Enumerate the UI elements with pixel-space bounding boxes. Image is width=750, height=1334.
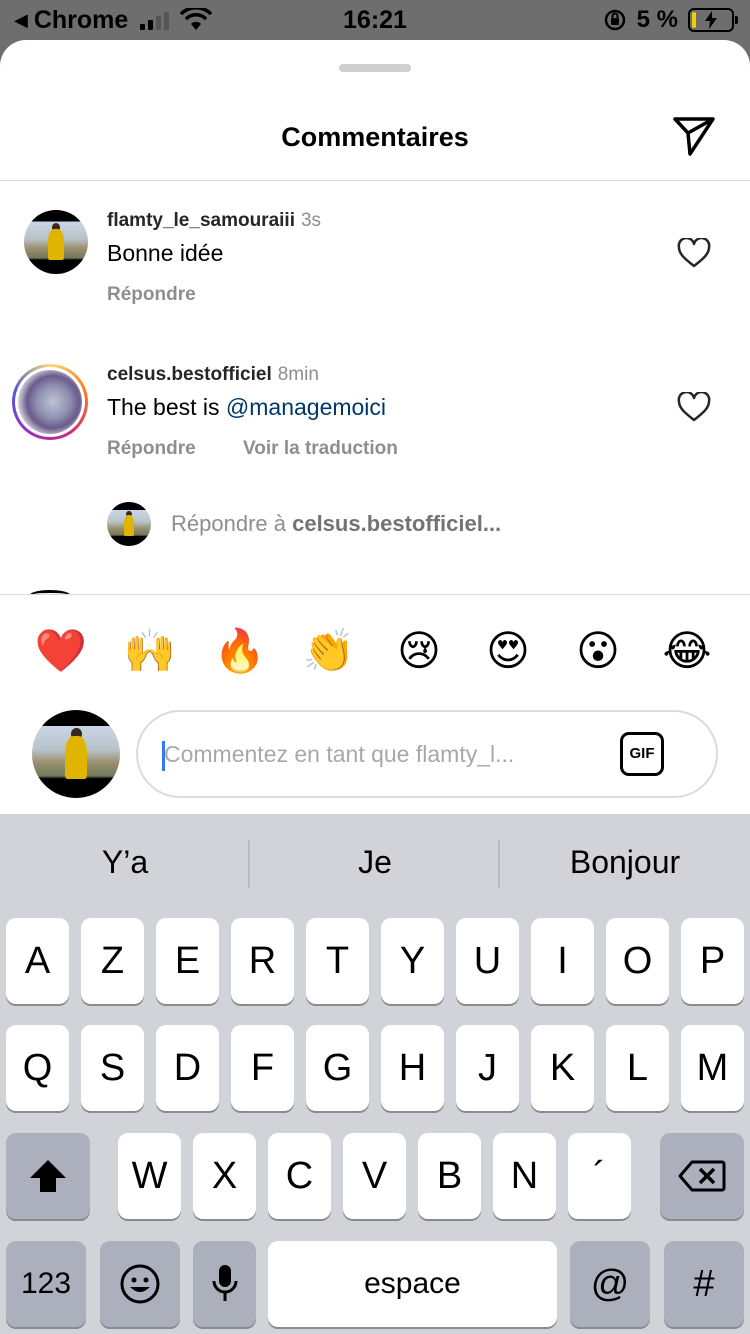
emoji-keyboard-key[interactable]	[100, 1241, 180, 1327]
dictation-key[interactable]	[193, 1241, 256, 1327]
comment-item: celsus.bestofficiel 8min The best is @man…	[0, 364, 750, 494]
key-x[interactable]: X	[193, 1133, 256, 1219]
comment-item: flamty_le_samouraiii 3s Bonne idée Répond…	[0, 210, 750, 340]
emoji-heart-eyes[interactable]: 😍	[478, 626, 538, 676]
emoji-quick-bar: ❤️ 🙌 🔥 👏 😢 😍 😮 😂	[0, 626, 750, 676]
avatar	[107, 502, 151, 546]
reply-to-comment-row[interactable]: Répondre à celsus.bestofficiel...	[107, 502, 501, 546]
comment-time: 8min	[277, 364, 319, 385]
key-q[interactable]: Q	[6, 1025, 69, 1111]
reply-button[interactable]: Répondre	[107, 284, 196, 306]
suggestion-1[interactable]: Y’a	[0, 844, 250, 881]
shift-arrow-icon	[30, 1160, 66, 1192]
next-comment-peek	[30, 590, 70, 600]
emoji-face-icon	[120, 1264, 160, 1304]
gif-button[interactable]: GIF	[620, 732, 664, 776]
status-bar: ◀ Chrome 16:21 5 %	[0, 0, 750, 40]
mention-link[interactable]: @managemoici	[226, 394, 386, 420]
emoji-raised-hands[interactable]: 🙌	[120, 626, 180, 676]
comment-input-box[interactable]: GIF	[136, 710, 718, 798]
emoji-laughing[interactable]: 😂	[657, 626, 717, 676]
emoji-surprised[interactable]: 😮	[568, 626, 628, 676]
header-divider	[0, 180, 750, 181]
translate-button[interactable]: Voir la traduction	[243, 438, 398, 460]
key-z[interactable]: Z	[81, 918, 144, 1004]
key-f[interactable]: F	[231, 1025, 294, 1111]
comment-username[interactable]: flamty_le_samouraiii 3s	[107, 210, 321, 232]
at-key[interactable]: @	[570, 1241, 650, 1327]
comment-text: Bonne idée	[107, 240, 224, 266]
reply-button[interactable]: Répondre	[107, 438, 196, 460]
key-u[interactable]: U	[456, 918, 519, 1004]
key-t[interactable]: T	[306, 918, 369, 1004]
shift-key[interactable]	[6, 1133, 90, 1219]
emoji-clap[interactable]: 👏	[299, 626, 359, 676]
key-b[interactable]: B	[418, 1133, 481, 1219]
key-h[interactable]: H	[381, 1025, 444, 1111]
comment-username[interactable]: celsus.bestofficiel 8min	[107, 364, 319, 386]
key-o[interactable]: O	[606, 918, 669, 1004]
key-s[interactable]: S	[81, 1025, 144, 1111]
key-g[interactable]: G	[306, 1025, 369, 1111]
reply-to-label: Répondre à celsus.bestofficiel...	[171, 511, 502, 536]
hash-key[interactable]: #	[664, 1241, 744, 1327]
key-v[interactable]: V	[343, 1133, 406, 1219]
text-caret	[162, 741, 165, 771]
key-w[interactable]: W	[118, 1133, 181, 1219]
keyboard: Y’a Je Bonjour A Z E R T Y U I O P Q S D…	[0, 814, 750, 1334]
key-p[interactable]: P	[681, 918, 744, 1004]
space-key[interactable]: espace	[268, 1241, 557, 1327]
key-n[interactable]: N	[493, 1133, 556, 1219]
key-i[interactable]: I	[531, 918, 594, 1004]
emoji-fire[interactable]: 🔥	[210, 626, 270, 676]
comment-time: 3s	[300, 210, 322, 231]
key-e[interactable]: E	[156, 918, 219, 1004]
key-accent[interactable]: ´	[568, 1133, 631, 1219]
comments-sheet: Commentaires flamty_le_samouraiii 3s Bonn…	[0, 40, 750, 814]
battery-icon	[688, 8, 738, 32]
share-send-icon[interactable]	[670, 112, 718, 160]
battery-percent: 5 %	[636, 6, 678, 33]
comment-input[interactable]	[164, 734, 584, 774]
key-j[interactable]: J	[456, 1025, 519, 1111]
page-title: Commentaires	[281, 122, 469, 152]
key-m[interactable]: M	[681, 1025, 744, 1111]
numbers-key[interactable]: 123	[6, 1241, 86, 1327]
microphone-icon	[212, 1265, 237, 1301]
my-avatar	[32, 710, 120, 798]
composer-divider	[0, 594, 750, 595]
like-heart-icon[interactable]	[677, 392, 711, 422]
sheet-grabber[interactable]	[339, 64, 411, 72]
key-a[interactable]: A	[6, 918, 69, 1004]
avatar[interactable]	[24, 210, 88, 274]
key-k[interactable]: K	[531, 1025, 594, 1111]
key-d[interactable]: D	[156, 1025, 219, 1111]
predictive-bar: Y’a Je Bonjour	[0, 814, 750, 914]
suggestion-3[interactable]: Bonjour	[500, 844, 750, 881]
key-l[interactable]: L	[606, 1025, 669, 1111]
orientation-lock-icon	[604, 9, 625, 31]
comment-text: The best is @managemoici	[107, 394, 387, 420]
emoji-crying[interactable]: 😢	[389, 626, 449, 676]
key-r[interactable]: R	[231, 918, 294, 1004]
suggestion-2[interactable]: Je	[250, 844, 500, 881]
backspace-icon	[678, 1160, 726, 1192]
like-heart-icon[interactable]	[677, 238, 711, 268]
key-c[interactable]: C	[268, 1133, 331, 1219]
avatar-story-ring[interactable]	[12, 364, 88, 440]
comment-composer: GIF	[0, 710, 750, 800]
backspace-key[interactable]	[660, 1133, 744, 1219]
key-y[interactable]: Y	[381, 918, 444, 1004]
emoji-heart[interactable]: ❤️	[31, 626, 91, 676]
